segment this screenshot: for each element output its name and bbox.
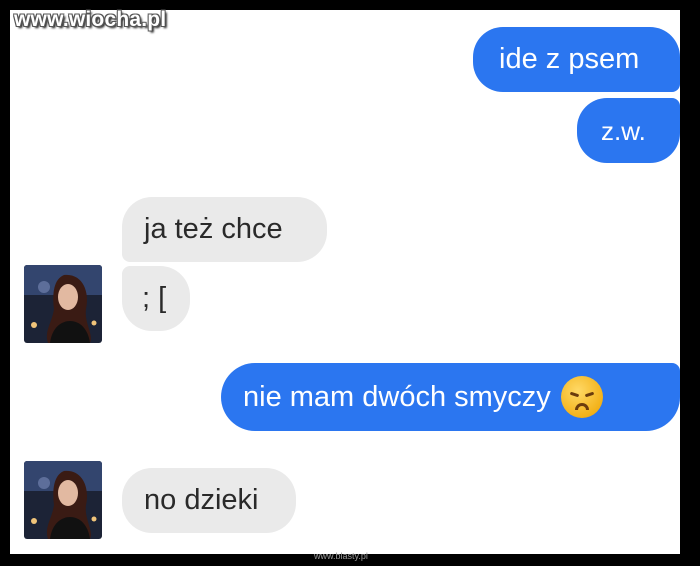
contact-avatar[interactable] <box>24 461 102 539</box>
incoming-message[interactable]: no dzieki <box>122 468 296 533</box>
outgoing-message[interactable]: ide z psem <box>473 27 680 92</box>
outgoing-message[interactable]: z.w. <box>577 98 680 163</box>
incoming-message[interactable]: ; [ <box>122 266 190 331</box>
message-text: ; [ <box>142 282 167 314</box>
watermark-wiocha: www.wiocha.pl <box>14 8 167 31</box>
avatar-photo <box>24 461 102 539</box>
outgoing-message[interactable]: nie mam dwóch smyczy <box>221 363 680 431</box>
contact-avatar[interactable] <box>24 265 102 343</box>
message-text: z.w. <box>601 115 646 146</box>
message-text: ja też chce <box>144 213 283 245</box>
message-text: no dzieki <box>144 484 259 516</box>
disappointed-face-icon <box>560 376 603 418</box>
message-text: ide z psem <box>499 43 640 75</box>
watermark-blasty: www.blasty.pl <box>314 551 368 561</box>
message-text: nie mam dwóch smyczy <box>243 380 551 413</box>
incoming-message[interactable]: ja też chce <box>122 197 327 262</box>
avatar-photo <box>24 265 102 343</box>
